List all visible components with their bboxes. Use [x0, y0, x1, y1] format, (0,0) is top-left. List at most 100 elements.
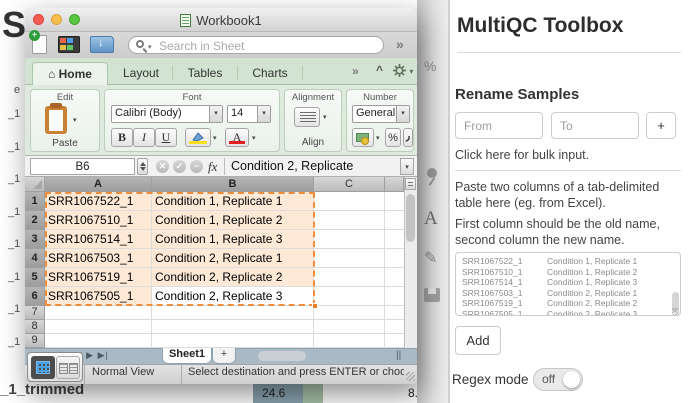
- rename-from-input[interactable]: [455, 112, 543, 139]
- table-row[interactable]: [45, 334, 404, 348]
- tabs-overflow-icon[interactable]: »: [352, 64, 359, 78]
- sheet-tab-sheet1[interactable]: Sheet1: [162, 348, 212, 364]
- cell-b2[interactable]: Condition 1, Replicate 2: [152, 211, 314, 229]
- open-folder-icon[interactable]: [90, 36, 114, 53]
- horizontal-scrollbar-thumb[interactable]: [258, 351, 306, 361]
- tab-charts[interactable]: Charts: [239, 62, 301, 85]
- italic-button[interactable]: I: [133, 128, 155, 147]
- gear-icon[interactable]: ▾: [393, 63, 413, 77]
- name-box-stepper[interactable]: [137, 158, 148, 175]
- number-format-select[interactable]: General▾: [352, 105, 410, 123]
- fill-color-dropdown-icon[interactable]: ▾: [213, 134, 217, 142]
- cell-a3[interactable]: SRR1067514_1: [45, 230, 152, 248]
- bulk-input-textarea[interactable]: SRR1067522_1 Condition 1, Replicate 1 SR…: [455, 252, 681, 316]
- cell-c3[interactable]: [314, 230, 385, 248]
- font-color-dropdown-icon[interactable]: ▾: [252, 134, 256, 142]
- pane-split-handle[interactable]: ||: [396, 350, 401, 361]
- table-row[interactable]: SRR1067503_1 Condition 2, Replicate 1: [45, 249, 404, 268]
- font-size-select[interactable]: 14▾: [227, 105, 271, 123]
- split-box[interactable]: [405, 178, 416, 190]
- table-row[interactable]: SRR1067510_1 Condition 1, Replicate 2: [45, 211, 404, 230]
- column-header-b[interactable]: B: [152, 177, 314, 192]
- number-format-dropdown-icon[interactable]: ▾: [396, 106, 409, 122]
- cell-c6[interactable]: [314, 287, 385, 305]
- textarea-resize-grip[interactable]: [672, 308, 679, 315]
- cell-c1[interactable]: [314, 192, 385, 210]
- table-row[interactable]: SRR1067519_1 Condition 2, Replicate 2: [45, 268, 404, 287]
- cell-a1[interactable]: SRR1067522_1: [45, 192, 152, 210]
- new-workbook-icon[interactable]: [32, 35, 47, 54]
- highlight-tab-icon[interactable]: ✎: [424, 248, 437, 268]
- accept-entry-icon[interactable]: ✓: [173, 160, 186, 173]
- cell-a5[interactable]: SRR1067519_1: [45, 268, 152, 286]
- cell-b1[interactable]: Condition 1, Replicate 1: [152, 192, 314, 210]
- bulk-input-link[interactable]: Click here for bulk input.: [455, 148, 589, 162]
- regex-mode-toggle[interactable]: off: [533, 368, 583, 391]
- cell-c4[interactable]: [314, 249, 385, 267]
- row-header[interactable]: 5: [25, 268, 45, 287]
- gallery-icon[interactable]: [58, 36, 80, 53]
- column-header-a[interactable]: A: [45, 177, 152, 192]
- column-header-c[interactable]: C: [314, 177, 385, 192]
- table-row[interactable]: SRR1067505_1 Condition 2, Replicate 3: [45, 287, 404, 306]
- font-family-dropdown-icon[interactable]: ▾: [209, 106, 222, 122]
- paste-icon[interactable]: [45, 106, 67, 134]
- table-row[interactable]: SRR1067522_1 Condition 1, Replicate 1: [45, 192, 404, 211]
- search-input[interactable]: ▾ Search in Sheet: [128, 36, 384, 54]
- fx-icon[interactable]: fx: [208, 159, 217, 175]
- percent-tab-icon[interactable]: %: [424, 58, 436, 74]
- cell-b5[interactable]: Condition 2, Replicate 2: [152, 268, 314, 286]
- underline-button[interactable]: U: [155, 128, 177, 147]
- currency-button[interactable]: [352, 128, 374, 147]
- add-button[interactable]: Add: [455, 326, 501, 355]
- cell-c2[interactable]: [314, 211, 385, 229]
- align-dropdown-icon[interactable]: ▾: [323, 113, 327, 121]
- window-resize-grip[interactable]: [406, 372, 415, 381]
- align-button[interactable]: [294, 107, 320, 127]
- row-header[interactable]: 2: [25, 211, 45, 230]
- formula-input[interactable]: Condition 2, Replicate: [231, 159, 353, 173]
- vertical-scrollbar-thumb[interactable]: [406, 194, 415, 242]
- search-dropdown-icon[interactable]: ▾: [148, 43, 152, 51]
- table-row[interactable]: [45, 306, 404, 320]
- cell-a6[interactable]: SRR1067505_1: [45, 287, 152, 305]
- cell-a2[interactable]: SRR1067510_1: [45, 211, 152, 229]
- table-row[interactable]: [45, 320, 404, 334]
- cell-b4[interactable]: Condition 2, Replicate 1: [152, 249, 314, 267]
- name-box[interactable]: B6: [30, 158, 135, 175]
- cell-b3[interactable]: Condition 1, Replicate 3: [152, 230, 314, 248]
- row-header[interactable]: 8: [25, 320, 45, 334]
- cell-a4[interactable]: SRR1067503_1: [45, 249, 152, 267]
- select-all-corner[interactable]: [25, 177, 45, 192]
- row-header[interactable]: 3: [25, 230, 45, 249]
- comma-style-button[interactable]: ٫: [403, 128, 413, 147]
- ribbon-collapse-icon[interactable]: ^: [376, 63, 383, 77]
- add-sheet-tab[interactable]: +: [212, 348, 236, 364]
- normal-view-button[interactable]: [31, 356, 55, 379]
- column-header-d[interactable]: [385, 177, 404, 192]
- rename-tab-icon[interactable]: A: [424, 208, 438, 230]
- row-header[interactable]: 6: [25, 287, 45, 306]
- paste-dropdown-icon[interactable]: ▾: [73, 116, 77, 124]
- fill-color-button[interactable]: [185, 128, 211, 147]
- tab-home[interactable]: ⌂ Home: [32, 62, 108, 85]
- bold-button[interactable]: B: [111, 128, 133, 147]
- row-header[interactable]: 1: [25, 192, 45, 211]
- font-family-select[interactable]: Calibri (Body)▾: [111, 105, 223, 123]
- formula-bar-dropdown-icon[interactable]: ▾: [400, 158, 414, 175]
- row-header[interactable]: 4: [25, 249, 45, 268]
- tab-tables[interactable]: Tables: [174, 62, 236, 85]
- page-layout-view-button[interactable]: [56, 356, 80, 379]
- font-size-dropdown-icon[interactable]: ▾: [257, 106, 270, 122]
- cell-b6-active[interactable]: Condition 2, Replicate 3: [152, 287, 314, 305]
- toolbar-overflow-icon[interactable]: »: [396, 36, 404, 52]
- selection-fill-handle[interactable]: [312, 303, 318, 309]
- table-row[interactable]: SRR1067514_1 Condition 1, Replicate 3: [45, 230, 404, 249]
- row-header[interactable]: 7: [25, 306, 45, 320]
- font-color-button[interactable]: A: [225, 128, 249, 147]
- cancel-entry-icon[interactable]: ✕: [156, 160, 169, 173]
- tab-layout[interactable]: Layout: [110, 62, 172, 85]
- paste-label[interactable]: Paste: [31, 138, 99, 149]
- cell-c5[interactable]: [314, 268, 385, 286]
- add-rename-pair-button[interactable]: +: [646, 112, 676, 139]
